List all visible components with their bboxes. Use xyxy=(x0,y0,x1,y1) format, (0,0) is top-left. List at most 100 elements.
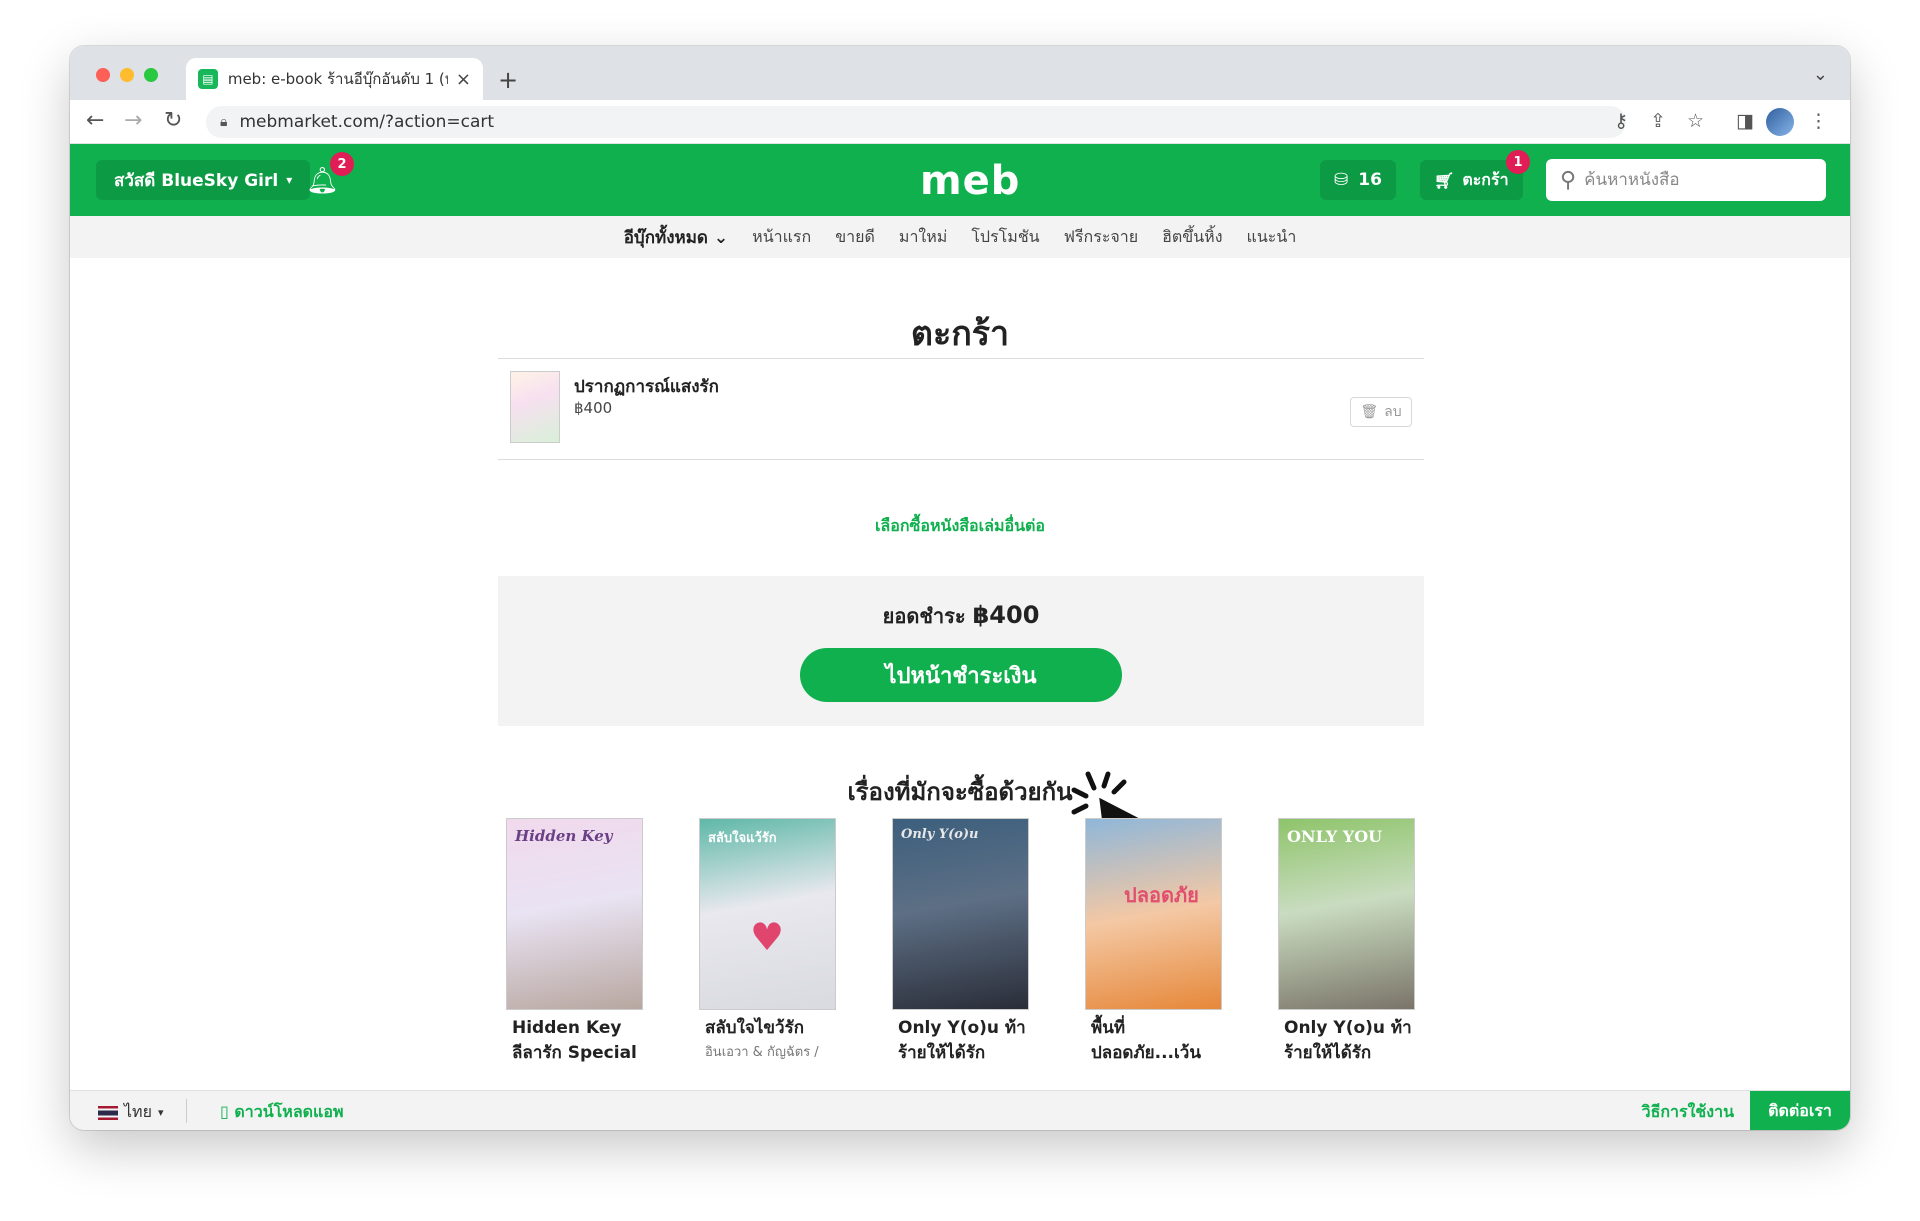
checkout-button[interactable]: ไปหน้าชำระเงิน xyxy=(800,648,1122,702)
book-title: พื้นที่ ปลอดภัย...เว้น xyxy=(1085,1016,1222,1066)
cart-label: ตะกร้า xyxy=(1462,169,1509,189)
key-icon[interactable]: ⚷ xyxy=(1614,110,1628,132)
nav-all-label: อีบุ๊กทั้งหมด xyxy=(623,227,708,248)
tab-search-chevron-icon[interactable]: ⌄ xyxy=(1813,64,1828,85)
continue-shopping-link[interactable]: เลือกซื้อหนังสือเล่มอื่นต่อ xyxy=(70,514,1850,539)
checkout-summary: ยอดชำระ ฿400 ไปหน้าชำระเงิน xyxy=(498,576,1424,726)
meb-logo[interactable]: meb xyxy=(920,158,1020,204)
book-cover[interactable]: สลับใจแว้รัก ♥ xyxy=(699,818,836,1010)
chevron-down-icon: ▾ xyxy=(286,173,293,187)
category-nav: อีบุ๊กทั้งหมด ⌄ หน้าแรก ขายดี มาใหม่ โปร… xyxy=(70,216,1850,258)
nav-item-bestseller[interactable]: ขายดี xyxy=(835,225,875,250)
delete-item-button[interactable]: 🗑︎ ลบ xyxy=(1350,397,1412,427)
download-app-link[interactable]: ▯ ดาวน์โหลดแอพ xyxy=(220,1100,344,1125)
search-box: ⚲ xyxy=(1546,159,1826,201)
close-window-button[interactable] xyxy=(96,68,110,82)
lock-icon: 🔒︎ xyxy=(220,114,228,130)
reload-icon[interactable]: ↻ xyxy=(164,108,182,133)
coin-balance-button[interactable]: ⛁ 16 xyxy=(1320,160,1396,200)
search-input[interactable] xyxy=(1584,170,1805,190)
language-label: ไทย xyxy=(124,1102,152,1121)
total-row: ยอดชำระ ฿400 xyxy=(498,600,1424,632)
nav-item-recommended[interactable]: แนะนำ xyxy=(1247,225,1297,250)
contact-button[interactable]: ติดต่อเรา xyxy=(1750,1091,1850,1130)
total-label: ยอดชำระ xyxy=(882,604,966,628)
recommendations-title: เรื่องที่มักจะซื้อด้วยกัน xyxy=(847,778,1073,806)
maximize-window-button[interactable] xyxy=(144,68,158,82)
browser-window: ▤ meb: e-book ร้านอีบุ๊กอันดับ 1 (ห... ×… xyxy=(70,46,1850,1130)
book-card[interactable]: ปลอดภัย พื้นที่ ปลอดภัย...เว้น xyxy=(1085,818,1222,1066)
book-title-line: สลับใจไขว้รัก xyxy=(705,1018,804,1038)
cart-badge: 1 xyxy=(1506,150,1530,174)
book-title: Only Y(o)u ท้า ร้ายให้ได้รัก xyxy=(1278,1016,1415,1066)
meb-favicon-icon: ▤ xyxy=(198,69,218,89)
book-cover[interactable]: ปลอดภัย xyxy=(1085,818,1222,1010)
url-text: mebmarket.com/?action=cart xyxy=(239,112,495,132)
cart-item-price: ฿400 xyxy=(574,399,613,417)
nav-item-new[interactable]: มาใหม่ xyxy=(899,225,947,250)
book-card[interactable]: Only Y(o)u Only Y(o)u ท้า ร้ายให้ได้รัก xyxy=(892,818,1029,1066)
nav-item-promotion[interactable]: โปรโมชัน xyxy=(971,225,1039,250)
heart-icon: ♥ xyxy=(750,915,785,959)
cover-title-text: สลับใจแว้รัก xyxy=(708,831,777,846)
cart-icon: 🛒︎ xyxy=(1434,170,1455,190)
site-header: สวัสดี BlueSky Girl ▾ 🔔︎ 2 meb ⛁ 16 🛒︎ ต… xyxy=(70,144,1850,216)
book-card[interactable]: ONLY YOU Only Y(o)u ท้า ร้ายให้ได้รัก xyxy=(1278,818,1415,1066)
book-title-line: พื้นที่ xyxy=(1091,1018,1126,1038)
book-card[interactable]: สลับใจแว้รัก ♥ สลับใจไขว้รัก อินเอวา & ก… xyxy=(699,818,836,1066)
browser-tab[interactable]: ▤ meb: e-book ร้านอีบุ๊กอันดับ 1 (ห... × xyxy=(186,58,483,100)
close-tab-icon[interactable]: × xyxy=(456,69,471,90)
profile-avatar[interactable] xyxy=(1766,108,1794,136)
language-selector[interactable]: ไทย ▾ xyxy=(98,1100,164,1125)
book-title-line: ปลอดภัย...เว้น xyxy=(1091,1043,1201,1063)
cover-title-text: ONLY YOU xyxy=(1287,827,1383,846)
more-menu-icon[interactable]: ⋮ xyxy=(1809,110,1828,132)
cart-item-title[interactable]: ปรากฏการณ์แสงรัก xyxy=(574,373,719,400)
book-title-line: ร้ายให้ได้รัก xyxy=(1284,1043,1372,1063)
book-title: สลับใจไขว้รัก xyxy=(699,1016,836,1041)
book-card[interactable]: Hidden Key Hidden Key ลีลารัก Special xyxy=(506,818,643,1066)
book-title-line: Only Y(o)u ท้า xyxy=(1284,1018,1412,1038)
how-to-link[interactable]: วิธีการใช้งาน xyxy=(1642,1100,1734,1125)
nav-item-hits[interactable]: ฮิตขึ้นหิ้ง xyxy=(1162,225,1222,250)
phone-icon: ▯ xyxy=(220,1102,229,1121)
forward-arrow-icon[interactable]: → xyxy=(124,108,142,133)
share-icon[interactable]: ⇪ xyxy=(1650,110,1666,132)
new-tab-button[interactable]: + xyxy=(498,66,518,94)
delete-label: ลบ xyxy=(1384,404,1402,420)
coin-bag-icon: ⛁ xyxy=(1334,170,1349,190)
book-cover[interactable]: ONLY YOU xyxy=(1278,818,1415,1010)
bookmark-star-icon[interactable]: ☆ xyxy=(1687,110,1704,132)
book-title-line: Only Y(o)u ท้า xyxy=(898,1018,1026,1038)
nav-all-ebooks[interactable]: อีบุ๊กทั้งหมด ⌄ xyxy=(624,224,728,251)
book-cover-thumbnail[interactable] xyxy=(510,371,560,443)
page-title: ตะกร้า xyxy=(910,314,1010,354)
book-author: อินเอวา & กัญฉัตร / xyxy=(705,1045,819,1060)
account-menu-button[interactable]: สวัสดี BlueSky Girl ▾ xyxy=(96,160,311,200)
back-arrow-icon[interactable]: ← xyxy=(86,108,104,133)
tab-strip: ▤ meb: e-book ร้านอีบุ๊กอันดับ 1 (ห... ×… xyxy=(70,46,1850,100)
main-content: ตะกร้า ปรากฏการณ์แสงรัก ฿400 🗑︎ ลบ เลือก… xyxy=(70,258,1850,1090)
nav-item-home[interactable]: หน้าแรก xyxy=(752,225,811,250)
book-cover[interactable]: Hidden Key xyxy=(506,818,643,1010)
chevron-down-icon: ▾ xyxy=(157,1106,164,1119)
side-panel-icon[interactable]: ◨ xyxy=(1736,110,1754,132)
book-cover[interactable]: Only Y(o)u xyxy=(892,818,1029,1010)
trash-icon: 🗑︎ xyxy=(1360,404,1379,420)
download-app-label: ดาวน์โหลดแอพ xyxy=(234,1102,344,1121)
thai-flag-icon xyxy=(98,1105,118,1120)
coin-count: 16 xyxy=(1358,170,1382,190)
address-bar-row: ← → ↻ 🔒︎ mebmarket.com/?action=cart ⚷ ⇪ … xyxy=(70,100,1850,144)
divider xyxy=(498,459,1424,460)
greeting-label: สวัสดี BlueSky Girl xyxy=(114,170,279,191)
tab-title: meb: e-book ร้านอีบุ๊กอันดับ 1 (ห... xyxy=(227,70,448,88)
book-title-line: ลีลารัก Special xyxy=(512,1043,637,1063)
recommendation-list: Hidden Key Hidden Key ลีลารัก Special สล… xyxy=(506,818,1415,1066)
minimize-window-button[interactable] xyxy=(120,68,134,82)
nav-item-free[interactable]: ฟรีกระจาย xyxy=(1064,225,1139,250)
divider xyxy=(186,1099,187,1123)
cover-title-text: ปลอดภัย xyxy=(1124,883,1199,907)
url-field[interactable]: 🔒︎ mebmarket.com/?action=cart xyxy=(206,106,1626,138)
chevron-down-icon: ⌄ xyxy=(713,227,729,248)
footer-bar: ไทย ▾ ▯ ดาวน์โหลดแอพ วิธีการใช้งาน ติดต่… xyxy=(70,1090,1850,1130)
